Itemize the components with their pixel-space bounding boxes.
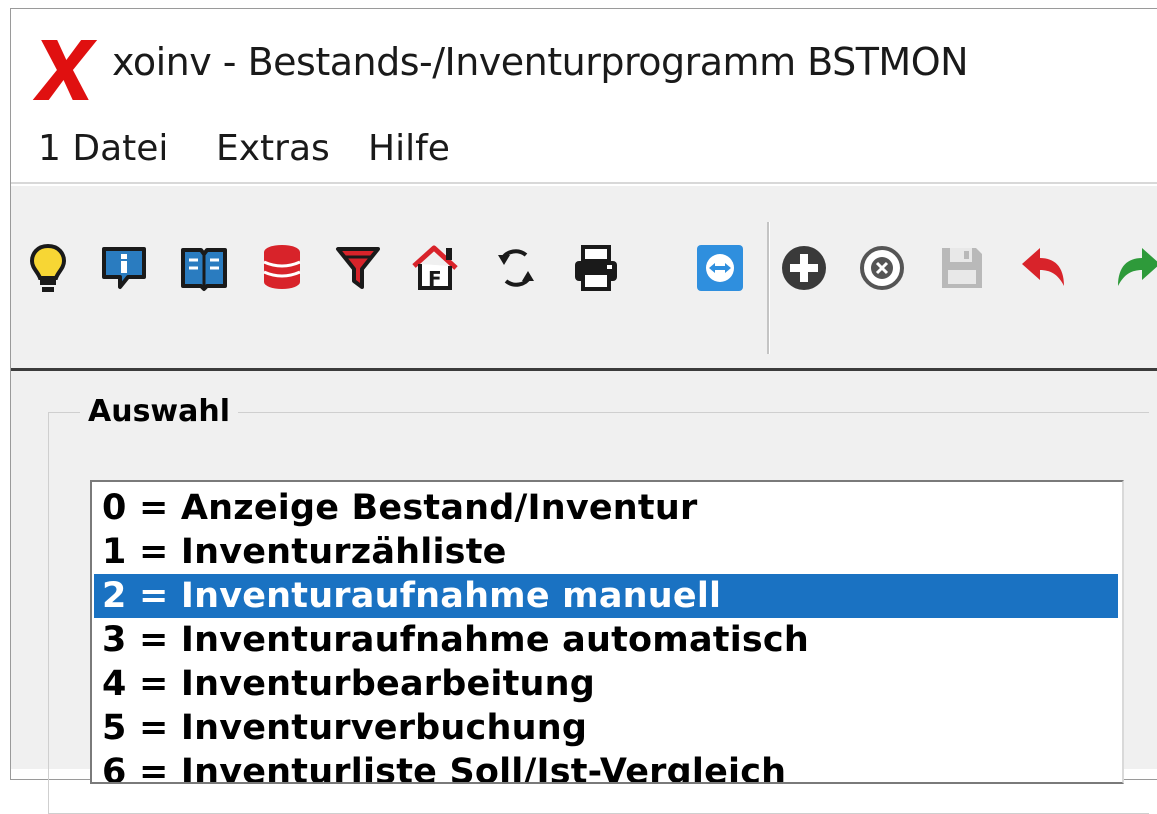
menu-divider <box>11 182 1157 184</box>
list-item[interactable]: 6 = Inventurliste Soll/Ist-Vergleich <box>94 750 1118 782</box>
groupbox-label: Auswahl <box>80 394 239 429</box>
home-f-icon: F <box>412 245 458 291</box>
refresh-arrows-icon <box>498 249 534 287</box>
teamviewer-icon <box>697 245 743 291</box>
cancel-circle-icon <box>860 246 904 290</box>
undo-arrow-icon <box>1022 248 1064 286</box>
database-icon <box>263 245 301 289</box>
add-button[interactable] <box>778 240 830 296</box>
svg-text:F: F <box>428 267 442 291</box>
cancel-button[interactable] <box>856 240 908 296</box>
list-item[interactable]: 3 = Inventuraufnahme automatisch <box>94 618 1118 662</box>
save-disk-icon <box>942 248 982 288</box>
menu-datei[interactable]: 1 Datei <box>38 128 168 169</box>
menu-hilfe[interactable]: Hilfe <box>368 128 450 169</box>
list-item-selected[interactable]: 2 = Inventuraufnahme manuell <box>94 574 1118 618</box>
book-button[interactable] <box>178 240 230 296</box>
refresh-button[interactable] <box>490 240 542 296</box>
list-item[interactable]: 1 = Inventurzähliste <box>94 530 1118 574</box>
plus-circle-icon <box>782 246 826 290</box>
printer-icon <box>575 245 617 291</box>
redo-arrow-icon <box>1118 248 1157 286</box>
red-x-icon <box>30 34 98 104</box>
selection-listbox[interactable]: 0 = Anzeige Bestand/Inventur 1 = Inventu… <box>90 480 1124 784</box>
filter-icon <box>336 247 380 289</box>
list-item[interactable]: 4 = Inventurbearbeitung <box>94 662 1118 706</box>
save-button[interactable] <box>936 240 988 296</box>
window-title: xoinv - Bestands-/Inventurprogramm BSTMO… <box>112 40 969 84</box>
lightbulb-icon <box>29 243 67 292</box>
info-speech-icon <box>102 247 146 289</box>
print-button[interactable] <box>570 240 622 296</box>
filter-button[interactable] <box>332 240 384 296</box>
list-item[interactable]: 5 = Inventurverbuchung <box>94 706 1118 750</box>
redo-button[interactable] <box>1112 240 1157 296</box>
info-button[interactable] <box>98 240 150 296</box>
list-item[interactable]: 0 = Anzeige Bestand/Inventur <box>94 486 1118 530</box>
home-f-button[interactable]: F <box>410 240 462 296</box>
menu-bar <box>11 118 1157 178</box>
remote-support-button[interactable] <box>694 240 746 296</box>
book-icon <box>181 248 227 291</box>
toolbar-separator <box>767 222 770 354</box>
undo-button[interactable] <box>1018 240 1070 296</box>
menu-extras[interactable]: Extras <box>216 128 330 169</box>
lightbulb-button[interactable] <box>22 240 74 296</box>
database-button[interactable] <box>256 240 308 296</box>
